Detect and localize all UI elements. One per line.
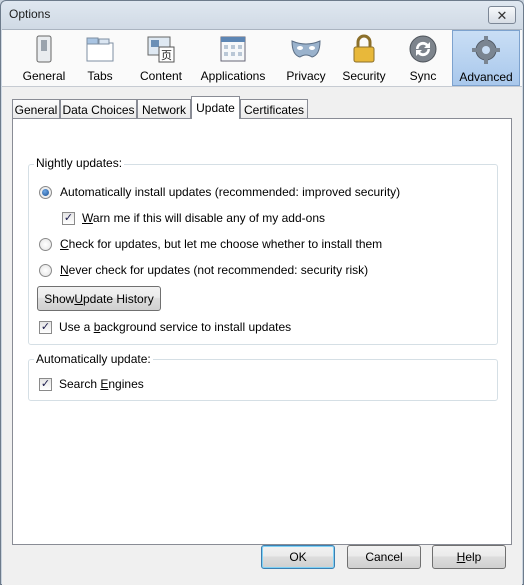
- pane-security[interactable]: Security: [336, 30, 392, 86]
- pane-toolbar: General Tabs 页 Content Applications Priv…: [2, 30, 522, 87]
- update-panel: Nightly updates: Automatically install u…: [12, 118, 512, 545]
- options-window: Options ✕ General Tabs 页 Content Applica…: [0, 0, 524, 585]
- svg-text:页: 页: [161, 49, 172, 62]
- tab-certificates[interactable]: Certificates: [240, 99, 308, 119]
- help-button[interactable]: Help: [432, 545, 506, 569]
- pane-content[interactable]: 页 Content: [134, 30, 188, 86]
- warn-addons-checkbox[interactable]: ✓: [62, 211, 75, 225]
- padlock-icon: [353, 34, 375, 63]
- check-updates-radio[interactable]: [39, 237, 52, 251]
- check-updates-option[interactable]: Check for updates, but let me choose whe…: [39, 237, 382, 251]
- warn-addons-option[interactable]: ✓ Warn me if this will disable any of my…: [62, 211, 325, 225]
- privacy-mask-icon: [291, 40, 321, 58]
- title-bar[interactable]: Options ✕: [1, 1, 523, 29]
- search-engines-label: Search Engines: [59, 377, 144, 391]
- tab-update[interactable]: Update: [191, 96, 240, 119]
- window-title: Options: [9, 7, 51, 21]
- pane-applications[interactable]: Applications: [196, 30, 270, 86]
- auto-install-label: Automatically install updates (recommend…: [60, 185, 401, 199]
- search-engines-option[interactable]: ✓ Search Engines: [39, 377, 144, 391]
- tab-general[interactable]: General: [12, 99, 60, 119]
- never-check-radio[interactable]: [39, 263, 52, 277]
- auto-install-radio[interactable]: [39, 185, 52, 199]
- search-engines-checkbox[interactable]: ✓: [39, 377, 52, 391]
- background-service-option[interactable]: ✓ Use a background service to install up…: [39, 320, 291, 334]
- warn-addons-label: Warn me if this will disable any of my a…: [82, 211, 325, 225]
- general-icon: [36, 35, 52, 63]
- dialog-body: General Tabs 页 Content Applications Priv…: [2, 29, 522, 585]
- pane-advanced[interactable]: Advanced: [452, 30, 520, 86]
- ok-button[interactable]: OK: [261, 545, 335, 569]
- pane-sync[interactable]: Sync: [398, 30, 448, 86]
- cancel-button[interactable]: Cancel: [347, 545, 421, 569]
- close-button[interactable]: ✕: [488, 6, 516, 24]
- pane-privacy[interactable]: Privacy: [280, 30, 332, 86]
- show-update-history-button[interactable]: Show Update History: [37, 286, 161, 311]
- check-updates-label: Check for updates, but let me choose whe…: [60, 237, 383, 251]
- never-check-label: Never check for updates (not recommended…: [60, 263, 369, 277]
- tab-data-choices[interactable]: Data Choices: [60, 99, 137, 119]
- pane-tabs[interactable]: Tabs: [74, 30, 126, 86]
- background-service-checkbox[interactable]: ✓: [39, 320, 52, 334]
- auto-update-legend: Automatically update:: [34, 352, 153, 366]
- applications-icon: [220, 36, 246, 62]
- nightly-updates-legend: Nightly updates:: [34, 156, 125, 170]
- tabs-icon: [86, 37, 114, 62]
- close-icon: ✕: [496, 7, 508, 23]
- content-icon: 页: [147, 36, 175, 63]
- auto-install-option[interactable]: Automatically install updates (recommend…: [39, 185, 400, 199]
- pane-general[interactable]: General: [14, 30, 74, 86]
- background-service-label: Use a background service to install upda…: [59, 320, 292, 334]
- never-check-option[interactable]: Never check for updates (not recommended…: [39, 263, 368, 277]
- sync-icon: [409, 35, 437, 63]
- tab-network[interactable]: Network: [137, 99, 191, 119]
- gear-icon: [472, 36, 500, 64]
